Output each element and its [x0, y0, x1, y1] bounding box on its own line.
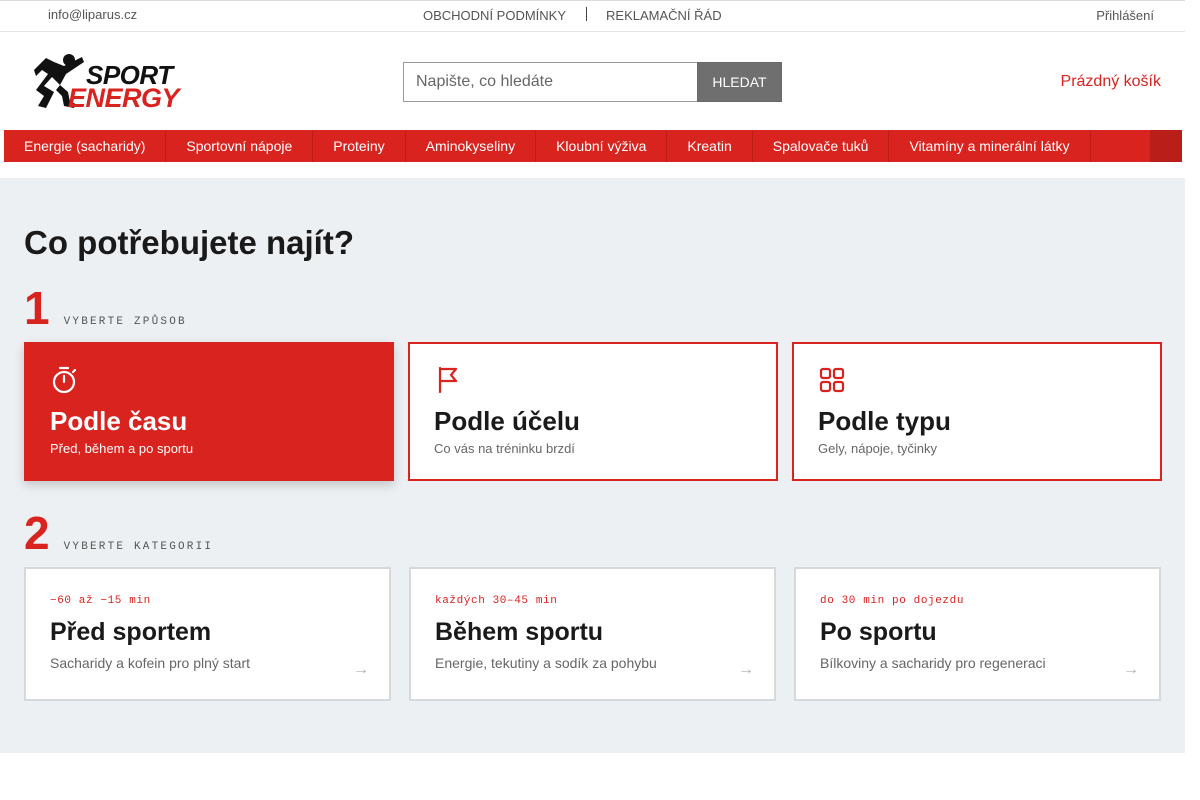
- category-title: Během sportu: [435, 618, 604, 646]
- method-card-by-time[interactable]: Podle času Před, během a po sportu: [24, 342, 394, 481]
- search-bar: HLEDAT: [403, 62, 782, 102]
- category-time: do 30 min po dojezdu: [820, 595, 965, 607]
- category-subtitle: Bílkoviny a sacharidy pro regeneraci: [820, 655, 1046, 671]
- stopwatch-icon: [52, 366, 77, 394]
- nav-more-button[interactable]: [1150, 130, 1182, 162]
- category-subtitle: Energie, tekutiny a sodík za pohybu: [435, 655, 657, 671]
- arrow-right-icon: →: [738, 661, 754, 678]
- divider: [586, 6, 588, 21]
- nav-item-kreatin[interactable]: Kreatin: [667, 130, 753, 162]
- page-title: Co potřebujete najít?: [24, 224, 354, 261]
- method-title: Podle typu: [818, 406, 951, 436]
- terms-link[interactable]: OBCHODNÍ PODMÍNKY: [423, 8, 566, 23]
- step-label: VYBERTE ZPŮSOB: [63, 316, 187, 328]
- nav-item-vitaminy[interactable]: Vitamíny a minerální látky: [889, 130, 1091, 162]
- contact-email[interactable]: info@liparus.cz: [48, 7, 137, 22]
- logo[interactable]: SPORT ENERGY: [24, 52, 194, 112]
- logo-text-energy: ENERGY: [68, 83, 180, 113]
- method-card-by-type[interactable]: Podle typu Gely, nápoje, tyčinky: [792, 342, 1162, 481]
- step-2-heading: 2 VYBERTE KATEGORII: [24, 510, 213, 556]
- category-time: každých 30–45 min: [435, 595, 558, 607]
- method-subtitle: Gely, nápoje, tyčinky: [818, 441, 937, 456]
- search-input[interactable]: [403, 62, 697, 102]
- nav-item-napoje[interactable]: Sportovní nápoje: [166, 130, 314, 162]
- search-button[interactable]: HLEDAT: [697, 62, 782, 102]
- category-subtitle: Sacharidy a kofein pro plný start: [50, 655, 250, 671]
- category-title: Před sportem: [50, 618, 212, 646]
- nav-item-aminokyseliny[interactable]: Aminokyseliny: [406, 130, 537, 162]
- nav-item-energie[interactable]: Energie (sacharidy): [4, 130, 167, 162]
- step-1-heading: 1 VYBERTE ZPŮSOB: [24, 285, 187, 331]
- category-card-during-sport[interactable]: každých 30–45 min Během sportu Energie, …: [409, 567, 776, 701]
- method-subtitle: Před, během a po sportu: [50, 441, 194, 456]
- login-link[interactable]: Přihlášení: [1096, 8, 1154, 23]
- nav-item-spalovace[interactable]: Spalovače tuků: [753, 130, 890, 162]
- category-title: Po sportu: [820, 618, 937, 646]
- header: SPORT ENERGY HLEDAT Prázdný košík: [0, 32, 1185, 130]
- category-card-before-sport[interactable]: −60 až −15 min Před sportem Sacharidy a …: [24, 567, 391, 701]
- cart-link[interactable]: Prázdný košík: [1061, 73, 1161, 91]
- grid-icon: [819, 367, 845, 393]
- method-title: Podle času: [50, 406, 188, 436]
- top-links: OBCHODNÍ PODMÍNKY REKLAMAČNÍ ŘÁD: [423, 6, 722, 23]
- step-label: VYBERTE KATEGORII: [63, 541, 214, 553]
- nav-item-proteiny[interactable]: Proteiny: [313, 130, 406, 162]
- method-card-by-purpose[interactable]: Podle účelu Co vás na tréninku brzdí: [408, 342, 778, 481]
- top-bar: info@liparus.cz OBCHODNÍ PODMÍNKY REKLAM…: [0, 0, 1185, 32]
- nav-item-kloubni-vyziva[interactable]: Kloubní výživa: [536, 130, 668, 162]
- step-number: 1: [24, 282, 50, 334]
- method-subtitle: Co vás na tréninku brzdí: [434, 441, 575, 456]
- category-card-after-sport[interactable]: do 30 min po dojezdu Po sportu Bílkoviny…: [794, 567, 1161, 701]
- arrow-right-icon: →: [1123, 661, 1139, 678]
- flag-icon: [438, 366, 458, 394]
- page: info@liparus.cz OBCHODNÍ PODMÍNKY REKLAM…: [0, 0, 1185, 753]
- category-time: −60 až −15 min: [50, 595, 151, 607]
- arrow-right-icon: →: [353, 661, 369, 678]
- category-nav: Energie (sacharidy) Sportovní nápoje Pro…: [4, 130, 1182, 162]
- step-number: 2: [24, 507, 50, 559]
- finder-section: Co potřebujete najít? 1 VYBERTE ZPŮSOB P…: [0, 178, 1185, 753]
- method-title: Podle účelu: [434, 406, 580, 436]
- complaints-link[interactable]: REKLAMAČNÍ ŘÁD: [606, 8, 722, 23]
